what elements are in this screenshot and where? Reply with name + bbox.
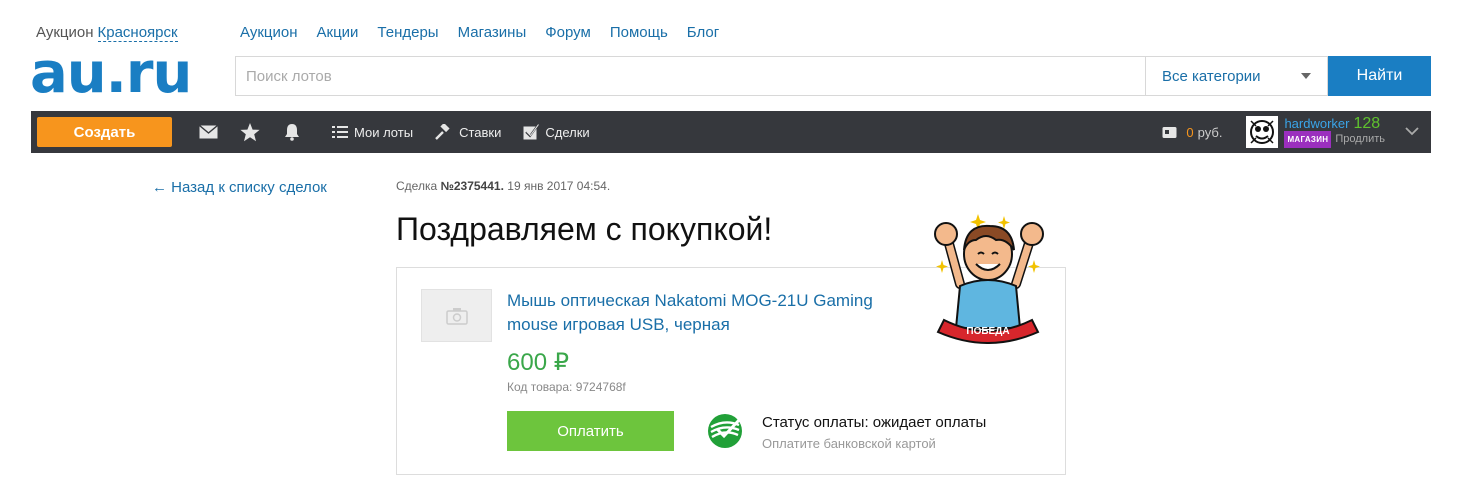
- user-rating: 128: [1353, 115, 1381, 132]
- sberbank-logo-icon: [708, 414, 742, 448]
- deal-date: 19 янв 2017 04:54.: [507, 179, 611, 193]
- back-to-deals-link[interactable]: ← Назад к списку сделок: [152, 179, 327, 196]
- wallet-icon: [1162, 127, 1177, 138]
- bids-link[interactable]: Ставки: [435, 124, 501, 140]
- checkbox-icon: [523, 124, 540, 140]
- dropdown-arrow-icon: [1301, 73, 1311, 79]
- city-selector[interactable]: Красноярск: [97, 24, 178, 42]
- avatar: [1246, 116, 1279, 148]
- category-select[interactable]: Все категории: [1145, 56, 1328, 96]
- username[interactable]: hardworker: [1284, 116, 1349, 131]
- deal-number: №2375441.: [440, 179, 504, 193]
- gavel-icon: [435, 124, 450, 140]
- city-prefix: Аукцион: [36, 24, 94, 41]
- deal-meta: Сделка №2375441. 19 янв 2017 04:54.: [396, 179, 610, 193]
- product-code: Код товара: 9724768f: [507, 380, 626, 394]
- mail-icon[interactable]: [198, 122, 218, 142]
- city-line: Аукцион Красноярск: [36, 24, 178, 42]
- extend-link[interactable]: Продлить: [1335, 132, 1385, 147]
- deals-label: Сделки: [545, 124, 590, 140]
- my-lots-link[interactable]: Мои лоты: [332, 125, 413, 140]
- deals-link[interactable]: Сделки: [523, 124, 590, 140]
- user-info: hardworker 128 МАГАЗИН Продлить: [1284, 116, 1385, 148]
- category-value: Все категории: [1162, 67, 1261, 85]
- search-bar: Все категории Найти: [235, 56, 1431, 96]
- nav-blog[interactable]: Блог: [687, 24, 719, 41]
- search-input[interactable]: [235, 56, 1145, 96]
- bids-label: Ставки: [459, 124, 502, 140]
- create-button[interactable]: Создать: [37, 117, 172, 147]
- product-price: 600 ₽: [507, 349, 569, 376]
- product-thumbnail[interactable]: [421, 289, 492, 342]
- my-lots-label: Мои лоты: [354, 124, 414, 140]
- deal-prefix: Сделка: [396, 179, 438, 193]
- bell-icon[interactable]: [282, 122, 302, 142]
- page-title: Поздравляем с покупкой!: [396, 211, 773, 247]
- payment-hint: Оплатите банковской картой: [762, 436, 936, 451]
- site-logo[interactable]: au.ru: [30, 44, 192, 104]
- toolbar-right: 0 руб. hardworker 128 МАГАЗИН Продлить: [1162, 111, 1431, 153]
- nav-tenders[interactable]: Тендеры: [377, 24, 438, 41]
- header: Аукцион Красноярск au.ru Аукцион Акции Те…: [0, 0, 1463, 110]
- star-icon[interactable]: [240, 122, 260, 142]
- winner-ribbon-text: ПОБЕДА: [966, 326, 1009, 337]
- nav-forum[interactable]: Форум: [545, 24, 591, 41]
- list-icon: [332, 126, 348, 138]
- camera-icon: [445, 307, 468, 325]
- payment-status: Статус оплаты: ожидает оплаты: [762, 414, 987, 431]
- shop-badge: МАГАЗИН: [1284, 131, 1332, 148]
- user-toolbar: Создать Мои лоты Ставки Сделки 0 руб. ha…: [31, 111, 1431, 153]
- winner-mascot: ПОБЕДА: [934, 214, 1044, 344]
- balance-currency: руб.: [1197, 124, 1223, 140]
- nav-help[interactable]: Помощь: [610, 24, 668, 41]
- pay-button[interactable]: Оплатить: [507, 411, 674, 451]
- chevron-down-icon[interactable]: [1405, 123, 1419, 141]
- balance-amount: 0: [1186, 124, 1194, 140]
- nav-shops[interactable]: Магазины: [458, 24, 527, 41]
- nav-auction[interactable]: Аукцион: [240, 24, 298, 41]
- find-button[interactable]: Найти: [1328, 56, 1431, 96]
- wallet[interactable]: 0 руб.: [1162, 125, 1222, 140]
- product-title-link[interactable]: Мышь оптическая Nakatomi MOG-21U Gaming …: [507, 289, 927, 337]
- user-menu[interactable]: hardworker 128 МАГАЗИН Продлить: [1246, 116, 1431, 148]
- top-nav: Аукцион Акции Тендеры Магазины Форум Пом…: [240, 24, 738, 41]
- nav-promotions[interactable]: Акции: [317, 24, 359, 41]
